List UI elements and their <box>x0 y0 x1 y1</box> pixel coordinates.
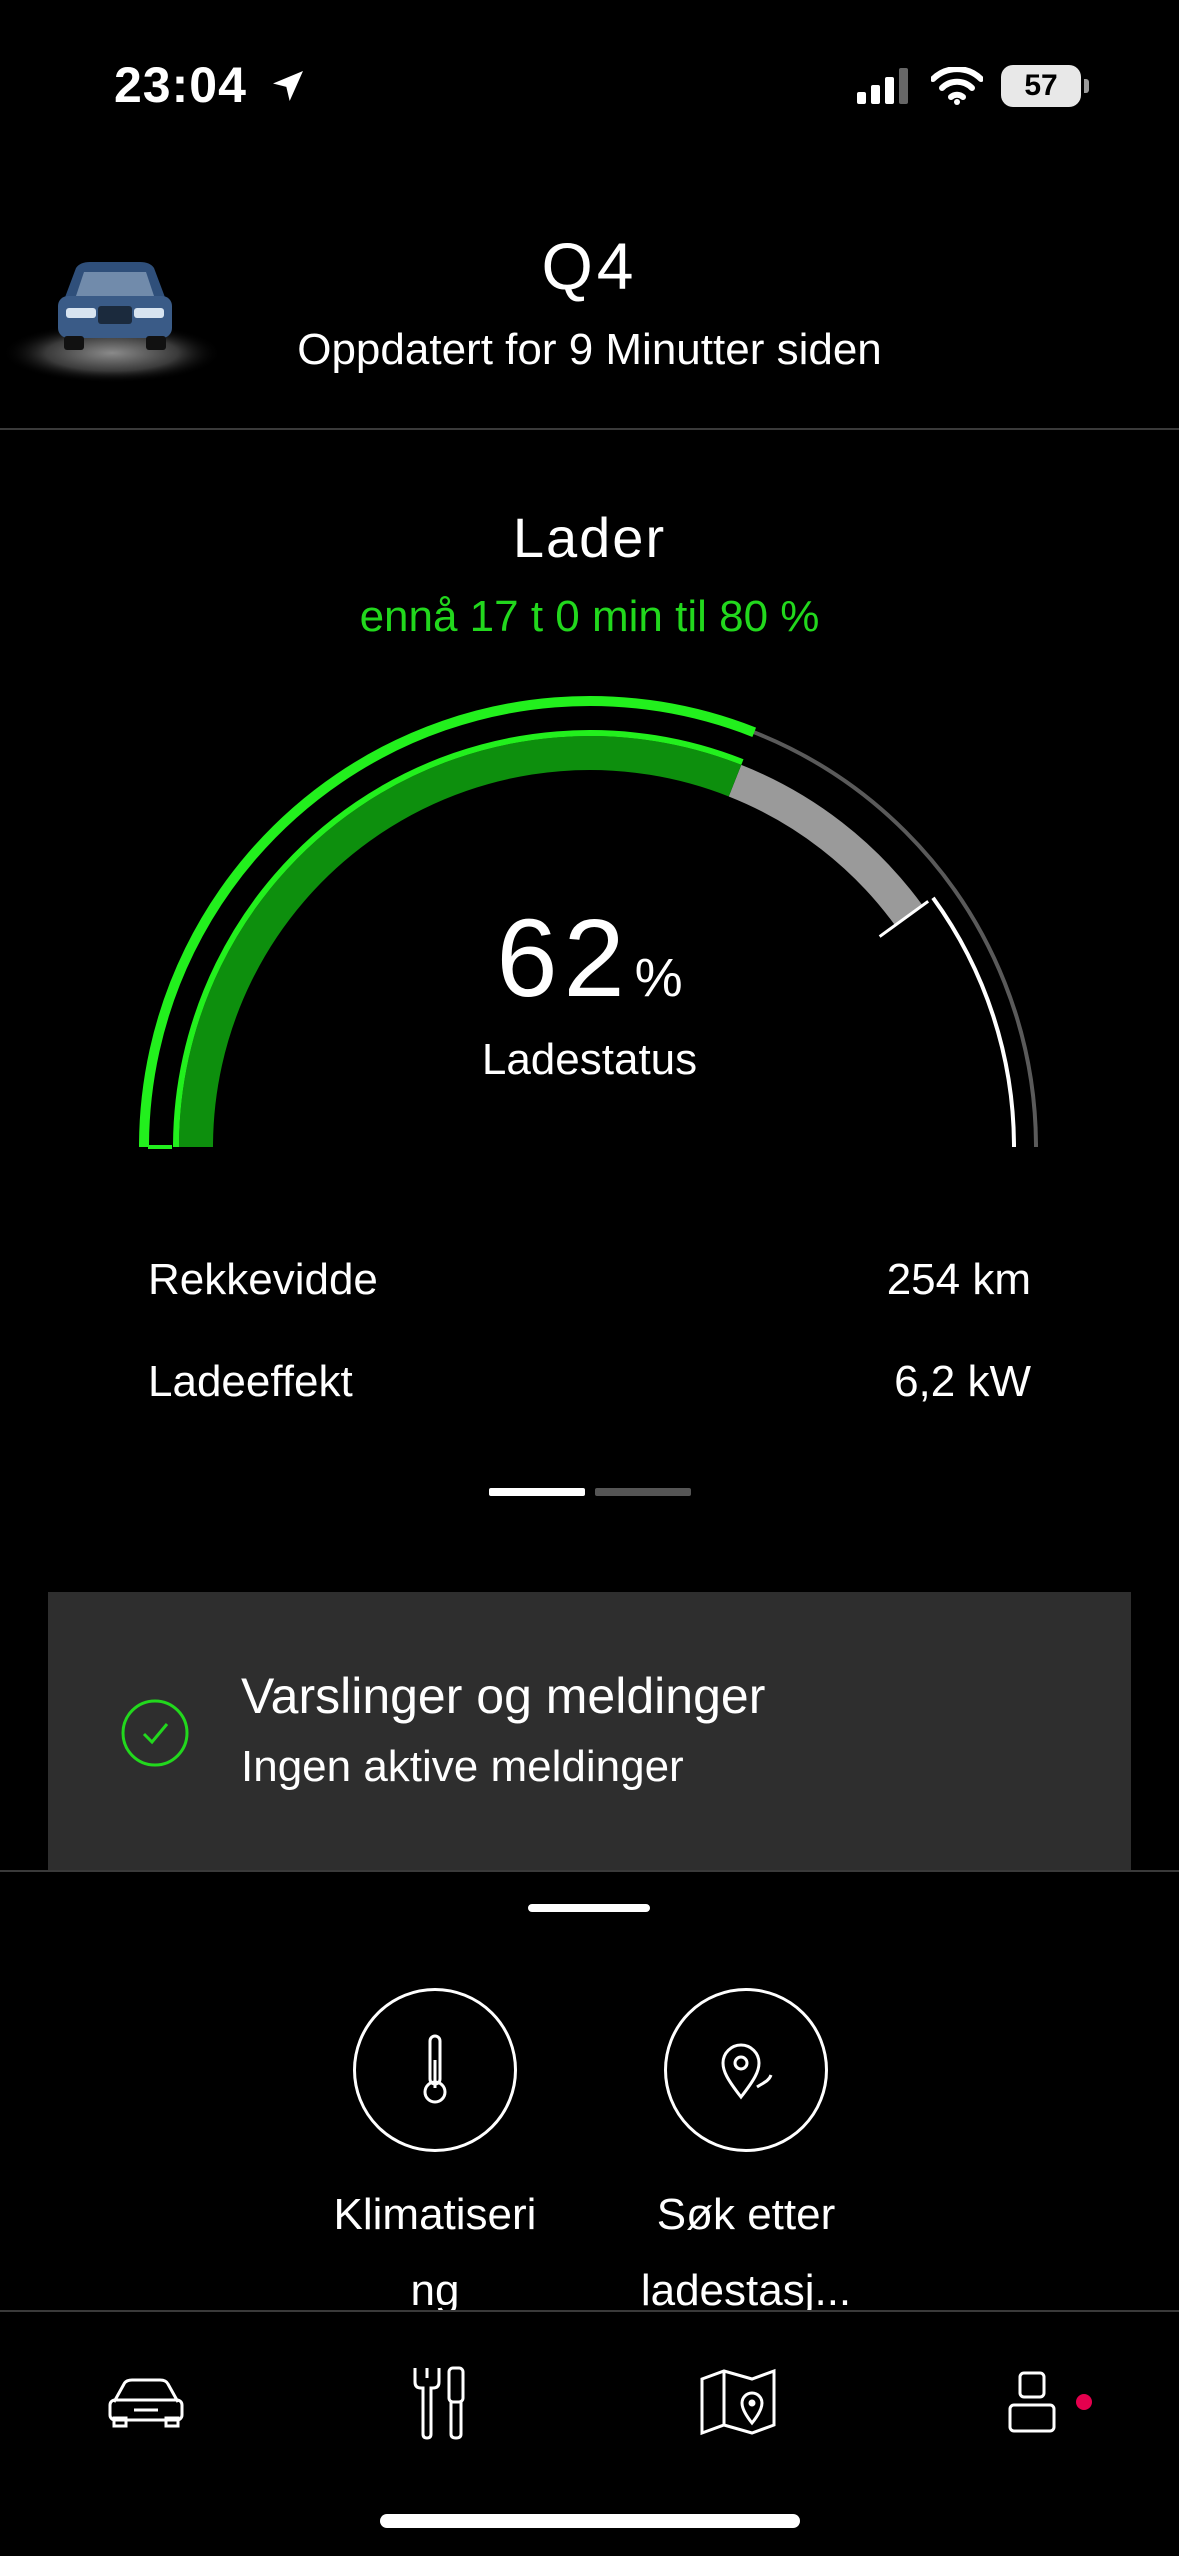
range-label: Rekkevidde <box>148 1255 378 1304</box>
charging-power-value: 6,2 kW <box>894 1357 1031 1406</box>
wifi-icon <box>931 67 983 105</box>
climate-action-label[interactable]: Klimatiseri ng <box>275 2177 595 2329</box>
status-icons: 57 <box>857 62 1089 110</box>
header-divider <box>0 428 1179 430</box>
notifications-title: Varslinger og meldinger <box>241 1668 766 1724</box>
status-time: 23:04 <box>114 56 308 114</box>
profile-notification-badge <box>1076 2394 1092 2410</box>
charging-station-search-icon <box>721 2043 773 2100</box>
find-charging-station-label[interactable]: Søk etter ladestasj... <box>586 2177 906 2329</box>
vehicle-name: Q4 <box>541 229 638 303</box>
charge-percent-label: Ladestatus <box>481 1035 698 1084</box>
profile-icon <box>1008 2371 1056 2433</box>
home-indicator[interactable] <box>380 2514 800 2528</box>
cellular-signal-icon <box>857 68 908 104</box>
tab-service[interactable] <box>390 2352 490 2452</box>
range-value: 254 km <box>886 1255 1031 1304</box>
page-dot-1[interactable] <box>488 1488 585 1496</box>
tab-car[interactable] <box>96 2352 196 2452</box>
last-updated-text: Oppdatert for 9 Minutter siden <box>297 325 882 374</box>
tools-icon <box>413 2366 465 2440</box>
climate-action-button[interactable] <box>353 1988 517 2152</box>
car-icon <box>108 2378 184 2428</box>
check-circle-icon <box>121 1699 189 1767</box>
map-icon <box>700 2368 776 2436</box>
charging-time-remaining: ennå 17 t 0 min til 80 % <box>359 592 820 641</box>
charge-percent-value: 62 <box>496 897 631 1020</box>
notifications-subtitle: Ingen aktive meldinger <box>241 1742 684 1791</box>
find-charging-station-circle[interactable] <box>664 1988 828 2152</box>
charging-title: Lader <box>512 506 667 569</box>
battery-icon: 57 <box>1001 65 1089 107</box>
find-charging-station-button[interactable] <box>664 1988 828 2152</box>
page-indicator[interactable] <box>0 1488 1179 1496</box>
sheet-drag-handle[interactable] <box>528 1904 650 1912</box>
climate-action-circle[interactable] <box>353 1988 517 2152</box>
charge-percent: 62% <box>0 895 1179 1022</box>
thermometer-icon <box>423 2034 447 2104</box>
notifications-card[interactable]: Varslinger og meldinger Ingen aktive mel… <box>48 1592 1131 1872</box>
charge-percent-unit: % <box>634 948 683 1008</box>
climate-action-label-line1: Klimatiseri <box>333 2190 537 2239</box>
status-time-text: 23:04 <box>114 57 247 113</box>
tab-map[interactable] <box>688 2352 788 2452</box>
find-charging-station-label-line1: Søk etter <box>656 2190 836 2239</box>
battery-level: 57 <box>1024 69 1058 102</box>
page-dot-2[interactable] <box>594 1488 691 1496</box>
location-arrow-icon <box>272 71 303 101</box>
quick-actions-sheet: Klimatiseri ng Søk etter ladestasj... <box>0 1870 1179 2315</box>
charging-power-label: Ladeeffekt <box>148 1357 353 1406</box>
tab-profile[interactable] <box>982 2352 1092 2452</box>
